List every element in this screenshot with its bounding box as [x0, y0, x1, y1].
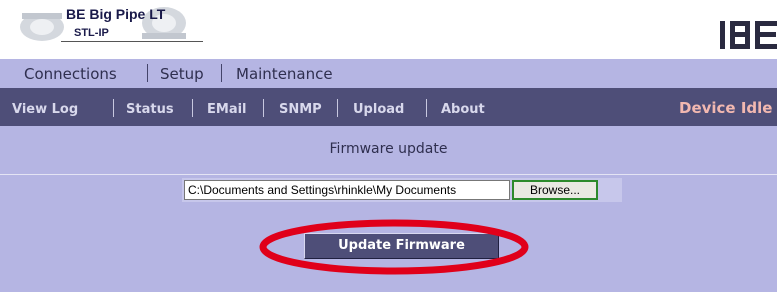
product-title: BE Big Pipe LT	[66, 6, 166, 22]
menu-item-snmp[interactable]: SNMP	[279, 102, 322, 117]
file-picker: C:\Documents and Settings\rhinkle\My Doc…	[182, 178, 622, 202]
menu-item-maintenance[interactable]: Maintenance	[236, 65, 333, 83]
be-brand-icon	[718, 18, 777, 52]
menu-separator	[263, 99, 264, 117]
header: BE Big Pipe LT STL-IP	[0, 0, 777, 59]
title-underline	[61, 41, 203, 42]
section-title: Firmware update	[329, 141, 448, 157]
menu-separator	[192, 99, 193, 117]
menu-separator	[113, 99, 114, 117]
menu-item-setup[interactable]: Setup	[160, 65, 204, 83]
menu-item-view-log[interactable]: View Log	[12, 102, 78, 117]
firmware-file-input[interactable]: C:\Documents and Settings\rhinkle\My Doc…	[184, 180, 510, 200]
product-subtitle: STL-IP	[74, 27, 109, 39]
menu-item-upload[interactable]: Upload	[353, 102, 404, 117]
menu-item-connections[interactable]: Connections	[24, 65, 117, 83]
section-header: Firmware update	[0, 126, 777, 175]
menu-separator	[337, 99, 338, 117]
menu-separator	[221, 64, 222, 82]
primary-menu: Connections Setup Maintenance	[0, 59, 777, 88]
menu-separator	[426, 99, 427, 117]
firmware-form: C:\Documents and Settings\rhinkle\My Doc…	[0, 175, 777, 292]
menu-item-email[interactable]: EMail	[207, 102, 247, 117]
update-firmware-button[interactable]: Update Firmware	[304, 233, 499, 259]
menu-item-about[interactable]: About	[441, 102, 485, 117]
menu-item-status[interactable]: Status	[126, 102, 174, 117]
device-status: Device Idle	[679, 99, 773, 117]
secondary-menu: View Log Status EMail SNMP Upload About …	[0, 88, 777, 126]
menu-separator	[147, 64, 148, 82]
product-logo: BE Big Pipe LT STL-IP	[14, 3, 203, 45]
browse-button[interactable]: Browse...	[512, 180, 598, 200]
